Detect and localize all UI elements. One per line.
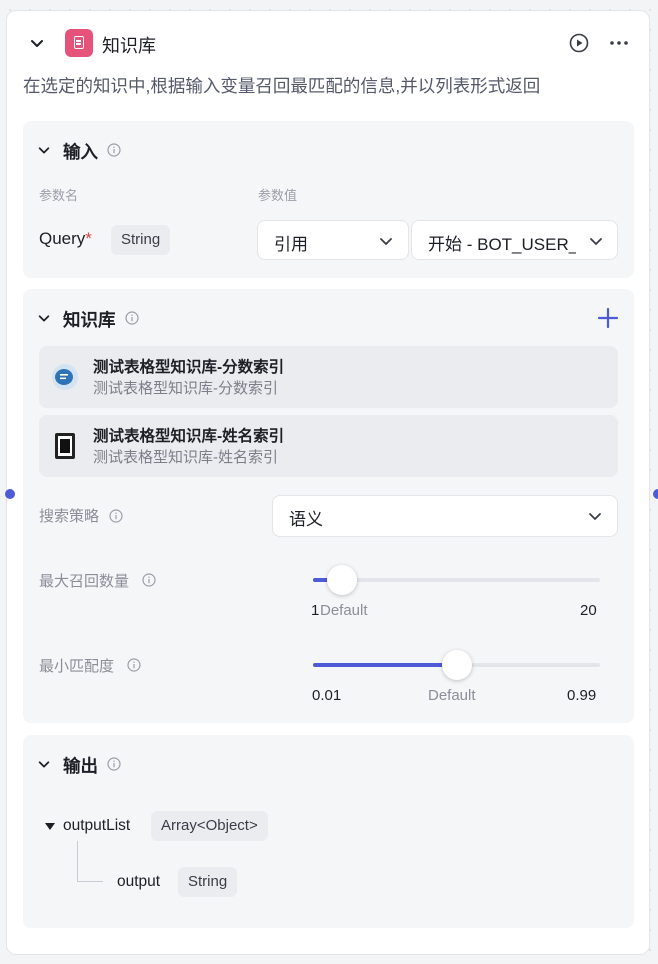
max-recall-label: 最大召回数量 — [39, 573, 130, 590]
knowledge-item-name: 测试表格型知识库-姓名索引 — [93, 428, 285, 445]
slider-min: 1 — [311, 602, 320, 619]
slider-min: 0.01 — [312, 687, 342, 704]
chevron-down-icon — [380, 238, 392, 245]
info-icon[interactable] — [107, 757, 121, 771]
param-value-header: 参数值 — [258, 188, 298, 203]
output-root-name: outputList — [63, 817, 131, 834]
info-icon[interactable] — [107, 143, 121, 157]
variable-select[interactable]: 开始 - BOT_USER_INPUT — [411, 220, 618, 260]
search-strategy-select[interactable]: 语义 — [272, 495, 618, 537]
output-root-type: Array<Object> — [151, 811, 268, 841]
output-section-title: 输出 — [63, 756, 98, 776]
slider-max: 0.99 — [567, 687, 597, 704]
info-icon[interactable] — [109, 509, 123, 523]
info-icon[interactable] — [127, 658, 141, 672]
search-strategy-label: 搜索策略 — [39, 505, 99, 526]
reference-type-select[interactable]: 引用 — [257, 220, 409, 260]
collapse-chevron-icon[interactable] — [29, 35, 45, 51]
slider-default: Default — [320, 602, 368, 619]
collapse-chevron-icon[interactable] — [37, 311, 51, 325]
info-icon[interactable] — [125, 311, 139, 325]
slider-max: 20 — [580, 602, 597, 619]
output-child-type: String — [178, 867, 238, 897]
knowledge-base-icon — [55, 433, 75, 459]
slider-default: Default — [428, 687, 476, 704]
knowledge-node-icon — [65, 29, 93, 57]
knowledge-item-desc: 测试表格型知识库-分数索引 — [93, 380, 278, 397]
param-type-tag: String — [111, 225, 171, 255]
param-name: Query* — [39, 229, 92, 249]
knowledge-item-name: 测试表格型知识库-分数索引 — [93, 359, 285, 376]
variable-value: 开始 - BOT_USER_INPUT — [428, 235, 576, 254]
reference-type-value: 引用 — [274, 235, 308, 254]
expand-triangle-icon[interactable] — [45, 823, 55, 830]
node-title[interactable]: 知识库 — [102, 32, 156, 58]
output-section: 输出 outputList Array<Object> output Strin… — [23, 735, 634, 928]
knowledge-section-title: 知识库 — [63, 310, 116, 330]
slider-thumb[interactable] — [326, 565, 357, 595]
collapse-chevron-icon[interactable] — [37, 143, 51, 157]
input-port[interactable] — [5, 489, 15, 499]
knowledge-item-desc: 测试表格型知识库-姓名索引 — [93, 449, 278, 466]
param-name-label: Query — [39, 229, 86, 248]
knowledge-item[interactable]: 测试表格型知识库-姓名索引 测试表格型知识库-姓名索引 — [39, 415, 618, 477]
node-description: 在选定的知识中,根据输入变量召回最匹配的信息,并以列表形式返回 — [23, 76, 541, 96]
knowledge-base-icon — [52, 364, 78, 390]
tree-connector — [77, 841, 78, 881]
tree-connector — [77, 881, 103, 882]
collapse-chevron-icon[interactable] — [37, 757, 51, 771]
knowledge-section: 知识库 测试表格型知识库-分数索引 测试表格型知识库-分数索引 测试表格型知识库… — [23, 289, 634, 723]
search-strategy-label-text: 搜索策略 — [39, 508, 100, 525]
output-port[interactable] — [653, 489, 658, 499]
chevron-down-icon — [589, 513, 601, 520]
search-strategy-value: 语义 — [289, 510, 323, 529]
slider-thumb[interactable] — [441, 650, 472, 680]
add-knowledge-icon[interactable] — [597, 307, 619, 329]
param-name-header: 参数名 — [39, 188, 79, 203]
node-header: 知识库 — [7, 11, 649, 75]
info-icon[interactable] — [142, 573, 156, 587]
min-match-label: 最小匹配度 — [39, 658, 115, 675]
knowledge-node-card[interactable]: 知识库 在选定的知识中,根据输入变量召回最匹配的信息,并以列表形式返回 输入 参… — [5, 10, 658, 955]
output-child-name: output — [117, 873, 161, 890]
knowledge-item[interactable]: 测试表格型知识库-分数索引 测试表格型知识库-分数索引 — [39, 346, 618, 408]
input-section: 输入 参数名 参数值 Query* String 引用 开始 - BOT_USE… — [23, 121, 634, 278]
slider-fill — [313, 663, 457, 667]
more-icon[interactable] — [608, 33, 630, 53]
chevron-down-icon — [590, 238, 602, 245]
input-section-title: 输入 — [63, 142, 98, 162]
required-mark: * — [85, 229, 92, 248]
run-icon[interactable] — [569, 33, 589, 53]
